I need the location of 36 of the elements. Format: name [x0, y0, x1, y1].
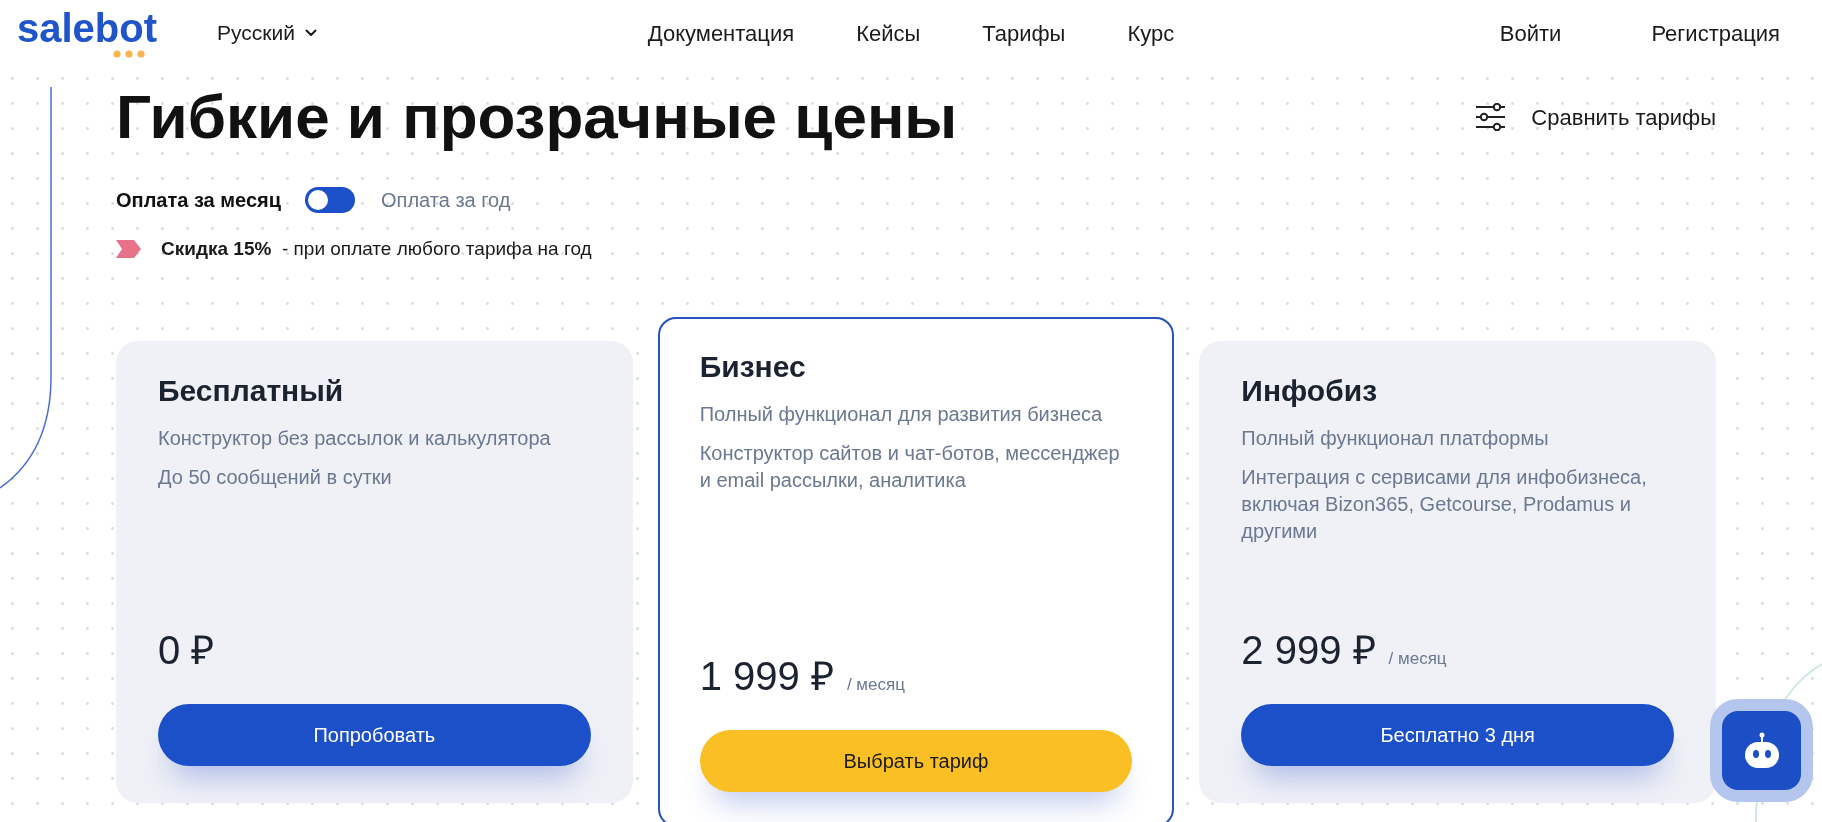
- tag-icon: [116, 240, 141, 259]
- dots-icon: [113, 50, 146, 58]
- nav-link[interactable]: Документация: [647, 16, 795, 50]
- billing-option-label[interactable]: Оплата за год: [381, 185, 511, 215]
- nav-link[interactable]: Курс: [1127, 16, 1175, 50]
- discount-note: Скидка 15% - при оплате любого тарифа на год: [161, 237, 592, 261]
- plan-title: Бизнес: [699, 348, 807, 385]
- chevron-down-icon: [304, 29, 317, 37]
- sliders-icon: [1476, 103, 1506, 131]
- billing-toggle[interactable]: [305, 187, 356, 213]
- robot-icon: [1742, 731, 1781, 770]
- plan-description: До 50 сообщений в сутки: [158, 464, 393, 490]
- plan-description: Интеграция с сервисами для инфобизнеса, включая Bizon365, Getcourse, Prodamus и другими: [1241, 464, 1648, 544]
- nav-link[interactable]: Кейсы: [856, 16, 921, 50]
- plan-description: Конструктор сайтов и чат-ботов, мессенджер и email рассылки, аналитика: [699, 440, 1121, 493]
- plan-button[interactable]: Попробовать: [158, 703, 591, 766]
- plan-title: Бесплатный: [158, 372, 345, 409]
- billing-option-label[interactable]: Оплата за месяц: [116, 185, 282, 215]
- plan-description: Полный функционал для развития бизнеса: [699, 401, 1104, 427]
- plan-price: 0 ₽: [158, 626, 215, 674]
- header-link[interactable]: Регистрация: [1651, 16, 1780, 50]
- logo-link[interactable]: salebot: [17, 8, 158, 58]
- compare-link[interactable]: Сравнить тарифы: [1476, 100, 1716, 134]
- plan-price: 1 999 ₽: [699, 652, 834, 700]
- language-selector[interactable]: Русский: [217, 17, 317, 49]
- price-period: / месяц: [846, 673, 905, 696]
- header-link[interactable]: Войти: [1499, 16, 1562, 50]
- plan-button[interactable]: Выбрать тариф: [699, 729, 1133, 792]
- plan-button[interactable]: Бесплатно 3 дня: [1241, 703, 1674, 766]
- plan-description: Конструктор без рассылок и калькулятора: [158, 425, 552, 451]
- plan-description: Полный функционал платформы: [1241, 425, 1550, 451]
- nav-link[interactable]: Тарифы: [982, 16, 1066, 50]
- plan-price: 2 999 ₽: [1241, 626, 1376, 674]
- plan-title: Инфобиз: [1241, 372, 1379, 409]
- chat-bot-button[interactable]: [1710, 699, 1813, 802]
- price-period: / месяц: [1388, 647, 1447, 670]
